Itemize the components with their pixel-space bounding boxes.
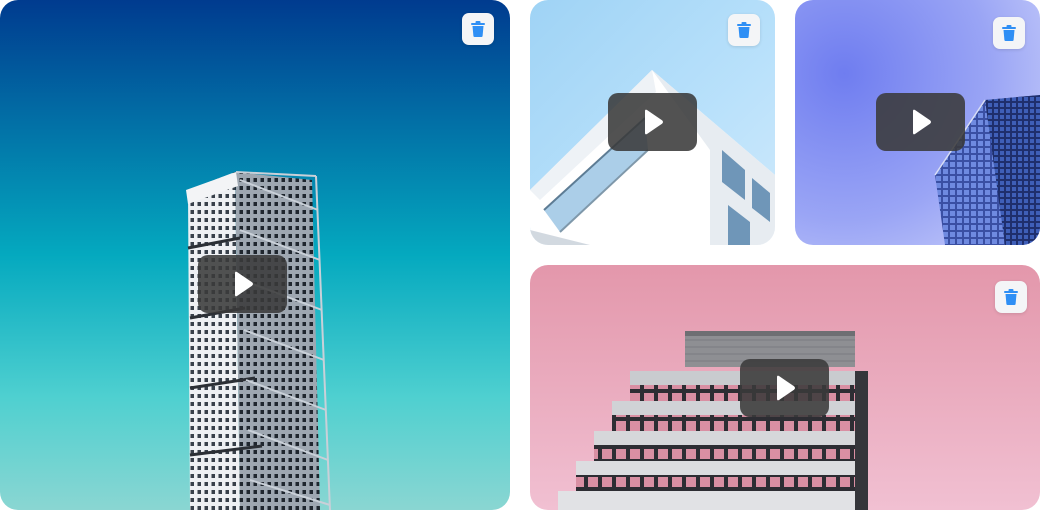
video-tile-1[interactable] <box>0 0 510 510</box>
delete-button[interactable] <box>728 14 760 46</box>
video-tile-4[interactable] <box>530 265 1040 510</box>
play-icon <box>234 271 253 297</box>
video-tile-3[interactable] <box>795 0 1040 245</box>
play-button[interactable] <box>876 93 965 151</box>
play-button[interactable] <box>608 93 697 151</box>
video-tile-2[interactable] <box>530 0 775 245</box>
play-icon <box>644 109 663 135</box>
play-button[interactable] <box>740 359 829 417</box>
play-button[interactable] <box>198 255 287 313</box>
play-icon <box>912 109 931 135</box>
trash-icon <box>471 21 485 37</box>
play-icon <box>776 375 795 401</box>
trash-icon <box>1004 289 1018 305</box>
trash-icon <box>1002 25 1016 41</box>
delete-button[interactable] <box>995 281 1027 313</box>
delete-button[interactable] <box>993 17 1025 49</box>
trash-icon <box>737 22 751 38</box>
delete-button[interactable] <box>462 13 494 45</box>
